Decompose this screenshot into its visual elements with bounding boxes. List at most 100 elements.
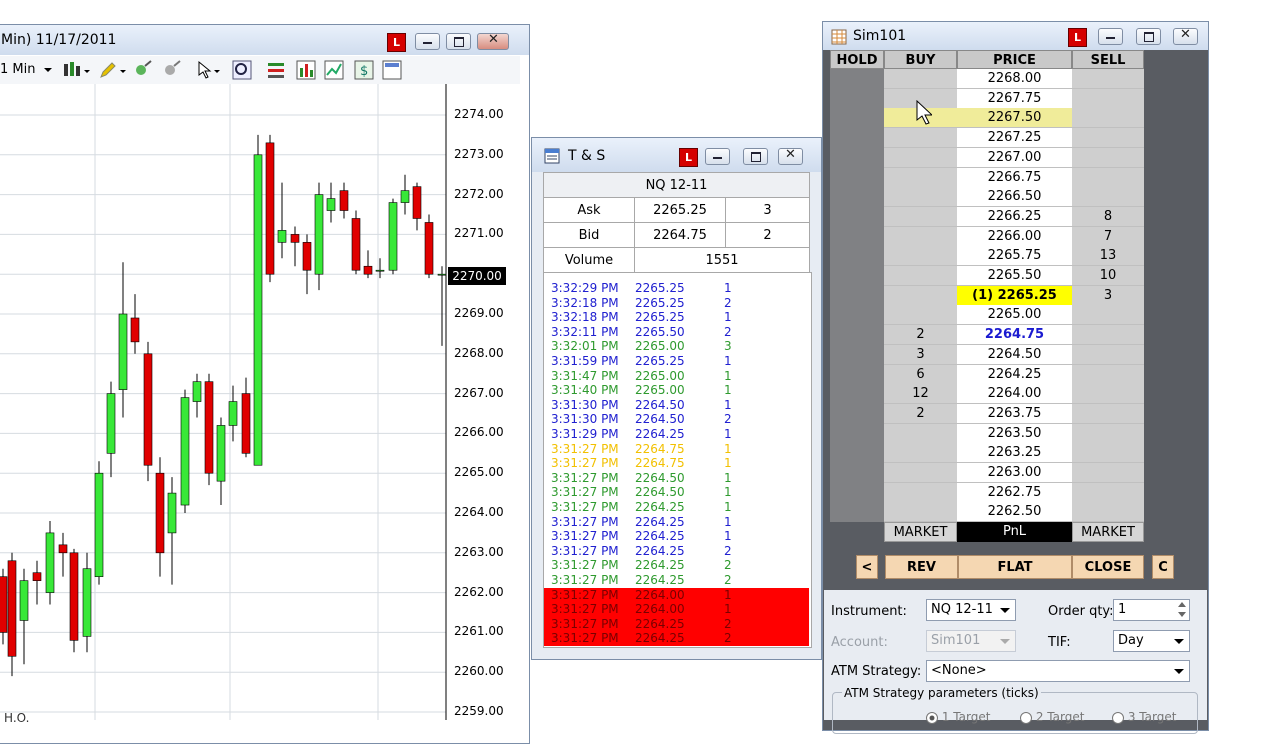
ladder-row[interactable]: 2268.00 (884, 69, 1144, 89)
maximize-button[interactable] (1136, 28, 1161, 45)
ts-titlebar[interactable]: T & S L ✕ (532, 138, 821, 172)
dollar-icon[interactable]: $ (354, 60, 374, 80)
ladder-row[interactable]: 2265.50 10 (884, 266, 1144, 286)
ladder-buy-cell[interactable] (884, 285, 957, 306)
atm-strategy-select[interactable]: <None> (926, 660, 1190, 682)
ladder-price-cell[interactable]: 2264.00 (957, 384, 1072, 405)
ladder-sell-cell[interactable] (1072, 463, 1144, 483)
market-sell-button[interactable]: MARKET (1072, 522, 1144, 542)
ladder-buy-cell[interactable]: 2 (884, 403, 957, 424)
ladder-price-cell[interactable]: (1) 2265.25 (957, 285, 1072, 306)
target-radio-3[interactable]: 3 Target (1112, 710, 1176, 724)
ladder-buy-cell[interactable] (884, 147, 957, 168)
ladder-row[interactable]: 6 2264.25 (884, 364, 1144, 385)
minimize-button[interactable] (415, 33, 440, 50)
ladder-sell-cell[interactable] (1072, 364, 1144, 385)
zoom-out-icon[interactable] (162, 60, 182, 80)
indicator-icon[interactable] (324, 60, 344, 80)
ladder-buy-cell[interactable] (884, 69, 957, 89)
ladder-row[interactable]: (1) 2265.25 3 (884, 285, 1144, 306)
spin-up-icon[interactable] (1178, 602, 1186, 607)
ladder-price-cell[interactable]: 2265.75 (957, 246, 1072, 267)
ladder-buy-cell[interactable] (884, 226, 957, 247)
ladder-sell-cell[interactable] (1072, 69, 1144, 89)
ladder-row[interactable]: 2266.00 7 (884, 226, 1144, 247)
chart-titlebar[interactable]: Min) 11/17/2011 L ✕ (0, 25, 529, 55)
ladder-price-cell[interactable]: 2267.25 (957, 128, 1072, 149)
ladder-row[interactable]: 2263.00 (884, 463, 1144, 483)
ladder-buy-cell[interactable] (884, 305, 957, 326)
ladder-buy-cell[interactable] (884, 482, 957, 503)
ladder-sell-cell[interactable] (1072, 384, 1144, 405)
ladder-buy-cell[interactable]: 12 (884, 384, 957, 405)
ladder-buy-cell[interactable] (884, 266, 957, 286)
ladder-price-cell[interactable]: 2263.50 (957, 423, 1072, 444)
maximize-button[interactable] (743, 148, 768, 165)
ladder-row[interactable]: 2 2263.75 (884, 403, 1144, 424)
ladder-sell-cell[interactable] (1072, 482, 1144, 503)
link-icon[interactable]: L (1068, 28, 1087, 47)
ladder-price-cell[interactable]: 2264.25 (957, 364, 1072, 385)
ladder-buy-cell[interactable] (884, 187, 957, 208)
ts-trades-list[interactable]: 3:32:29 PM 2265.25 1 3:32:18 PM 2265.25 2 3:32… (543, 272, 812, 648)
ladder-buy-cell[interactable] (884, 206, 957, 227)
ladder-sell-cell[interactable] (1072, 167, 1144, 188)
ladder-buy-cell[interactable] (884, 502, 957, 523)
ladder-price-cell[interactable]: 2265.00 (957, 305, 1072, 326)
ladder-price-cell[interactable]: 2267.75 (957, 88, 1072, 109)
candlestick-chart[interactable] (0, 84, 522, 720)
zoom-in-icon[interactable] (133, 60, 153, 80)
ladder-buy-cell[interactable]: 3 (884, 344, 957, 365)
interval-dropdown[interactable]: 1 Min (0, 62, 52, 82)
ladder-row[interactable]: 2262.75 (884, 482, 1144, 503)
ladder-sell-cell[interactable]: 3 (1072, 285, 1144, 306)
link-icon[interactable]: L (387, 33, 406, 52)
ladder-buy-cell[interactable] (884, 246, 957, 267)
ladder-sell-cell[interactable] (1072, 187, 1144, 208)
ladder-row[interactable]: 2 2264.75 (884, 325, 1144, 346)
ladder-buy-cell[interactable]: 2 (884, 325, 957, 346)
ladder-price-cell[interactable]: 2266.75 (957, 167, 1072, 188)
ladder-price-cell[interactable]: 2267.00 (957, 147, 1072, 168)
ladder-sell-cell[interactable]: 10 (1072, 266, 1144, 286)
ladder-row[interactable]: 2265.00 (884, 305, 1144, 326)
ladder-sell-cell[interactable] (1072, 108, 1144, 129)
ladder-price-cell[interactable]: 2263.25 (957, 443, 1072, 464)
target-radio-1[interactable]: 1 Target (926, 710, 990, 724)
close-button[interactable]: ✕ (1173, 27, 1198, 45)
ladder-price-cell[interactable]: 2266.50 (957, 187, 1072, 208)
target-radio-2[interactable]: 2 Target (1020, 710, 1084, 724)
spin-down-icon[interactable] (1178, 612, 1186, 617)
ladder-row[interactable]: 3 2264.50 (884, 344, 1144, 365)
ladder-price-cell[interactable]: 2265.50 (957, 266, 1072, 286)
ladder-price-cell[interactable]: 2263.00 (957, 463, 1072, 483)
candlestick-style-icon[interactable] (62, 60, 90, 80)
close-position-button[interactable]: CLOSE (1072, 555, 1144, 579)
scroll-left-button[interactable]: < (856, 555, 878, 579)
ladder-price-cell[interactable]: 2267.50 (957, 108, 1072, 129)
ladder-sell-cell[interactable] (1072, 88, 1144, 109)
close-button[interactable]: ✕ (477, 32, 509, 50)
close-button[interactable]: ✕ (778, 147, 803, 165)
flatten-button[interactable]: FLAT (958, 555, 1072, 579)
ladder-price-cell[interactable]: 2264.50 (957, 344, 1072, 365)
ladder-sell-cell[interactable] (1072, 423, 1144, 444)
ladder-sell-cell[interactable]: 13 (1072, 246, 1144, 267)
ladder-price-cell[interactable]: 2262.75 (957, 482, 1072, 503)
minimize-button[interactable] (1098, 28, 1123, 45)
ladder-price-cell[interactable]: 2268.00 (957, 69, 1072, 89)
link-icon[interactable]: L (679, 148, 698, 167)
dom-titlebar[interactable]: Sim101 L ✕ (823, 22, 1208, 50)
tif-select[interactable]: Day (1113, 630, 1190, 652)
ladder-sell-cell[interactable] (1072, 344, 1144, 365)
ladder-sell-cell[interactable] (1072, 403, 1144, 424)
drawing-pencil-icon[interactable] (98, 60, 126, 80)
ladder-sell-cell[interactable] (1072, 443, 1144, 464)
ladder-price-cell[interactable]: 2266.25 (957, 206, 1072, 227)
price-ladder[interactable]: 2268.00 2267.75 2267.50 2267.25 2267.00 2266.… (884, 69, 1144, 523)
price-chart[interactable]: 2274.00 2273.00 2272.00 2271.00 2270.00 2269.… (0, 84, 522, 725)
ladder-price-cell[interactable]: 2263.75 (957, 403, 1072, 424)
ladder-buy-cell[interactable] (884, 167, 957, 188)
ladder-buy-cell[interactable] (884, 463, 957, 483)
ladder-row[interactable]: 2262.50 (884, 502, 1144, 523)
